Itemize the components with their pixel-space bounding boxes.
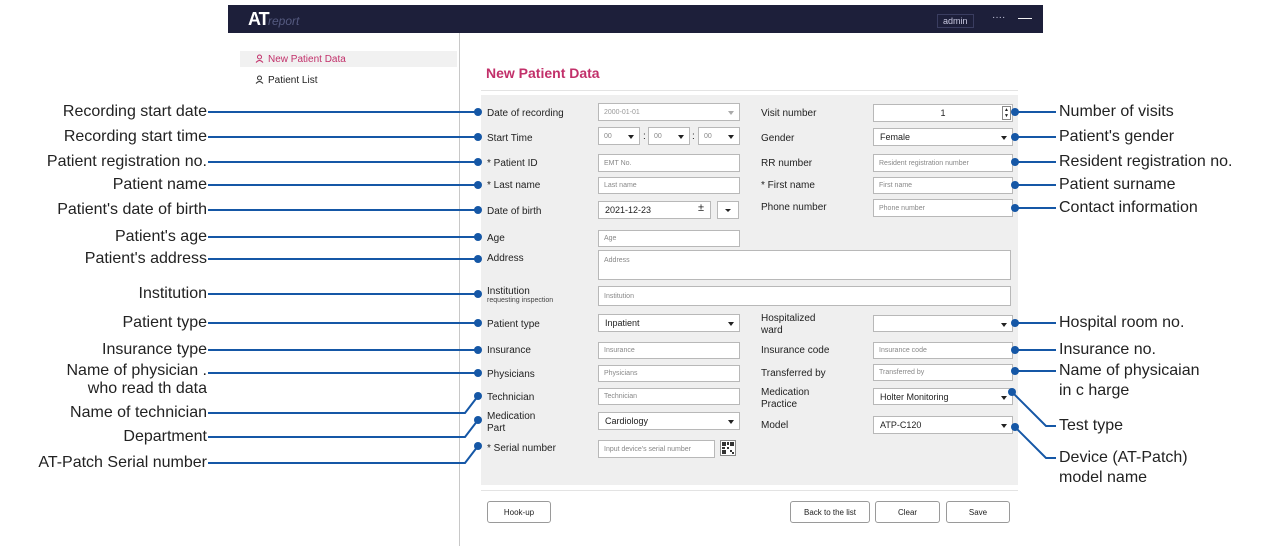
annotation-left: Patient registration no. bbox=[46, 153, 207, 170]
callout-dot bbox=[474, 108, 482, 116]
callout-dot bbox=[474, 442, 482, 450]
annotation-right: Hospital room no. bbox=[1059, 314, 1185, 331]
annotation-right: Patient surname bbox=[1059, 176, 1176, 193]
callout-dot bbox=[474, 206, 482, 214]
annotation-right: model name bbox=[1059, 469, 1148, 486]
annotation-left: Patient type bbox=[122, 314, 208, 331]
annotation-left: Name of technician bbox=[70, 404, 207, 421]
annotation-left: AT-Patch Serial number bbox=[38, 454, 207, 471]
annotation-left: Insurance type bbox=[102, 341, 207, 358]
callout-dot bbox=[1011, 133, 1019, 141]
annotation-left: who read th data bbox=[87, 380, 207, 397]
callout-dot bbox=[474, 181, 482, 189]
callout-line bbox=[208, 395, 479, 414]
callout-dot bbox=[474, 233, 482, 241]
annotation-left: Patient's age bbox=[114, 228, 207, 245]
callout-dot bbox=[1011, 108, 1019, 116]
annotation-right: Resident registration no. bbox=[1059, 153, 1233, 170]
callout-dot bbox=[1011, 423, 1019, 431]
callout-dot bbox=[1008, 388, 1016, 396]
callout-line bbox=[1014, 426, 1056, 459]
annotation-left: Recording start time bbox=[63, 128, 207, 145]
callout-dot bbox=[474, 133, 482, 141]
annotation-right: Test type bbox=[1059, 417, 1124, 434]
callout-line bbox=[1011, 391, 1056, 427]
annotation-left: Department bbox=[123, 428, 207, 445]
callout-dot bbox=[474, 319, 482, 327]
annotation-left: Institution bbox=[138, 285, 207, 302]
annotation-left: Patient's date of birth bbox=[57, 201, 207, 218]
annotation-left: Recording start date bbox=[62, 103, 207, 120]
annotation-right: Number of visits bbox=[1059, 103, 1174, 120]
annotation-left: Patient name bbox=[112, 176, 207, 193]
callout-dot bbox=[474, 392, 482, 400]
callout-dot bbox=[1011, 319, 1019, 327]
annotation-left: Patient's address bbox=[84, 250, 207, 267]
callout-line bbox=[208, 419, 479, 438]
callout-dot bbox=[1011, 367, 1019, 375]
callout-dot bbox=[474, 346, 482, 354]
callout-dot bbox=[1011, 204, 1019, 212]
annotation-left: Name of physician . bbox=[66, 362, 207, 379]
callout-dot bbox=[474, 369, 482, 377]
annotation-right: Name of physicaian bbox=[1059, 362, 1200, 379]
callout-dot bbox=[474, 255, 482, 263]
annotation-right: Patient's gender bbox=[1059, 128, 1175, 145]
annotation-right: in c harge bbox=[1059, 382, 1130, 399]
callout-line bbox=[208, 445, 479, 464]
annotation-right: Device (AT-Patch) bbox=[1059, 449, 1188, 466]
callout-dot bbox=[474, 416, 482, 424]
annotation-right: Contact information bbox=[1059, 199, 1198, 216]
callout-dot bbox=[1011, 181, 1019, 189]
callout-dot bbox=[474, 158, 482, 166]
callout-dot bbox=[474, 290, 482, 298]
annotation-right: Insurance no. bbox=[1059, 341, 1156, 358]
callout-dot bbox=[1011, 346, 1019, 354]
callout-dot bbox=[1011, 158, 1019, 166]
